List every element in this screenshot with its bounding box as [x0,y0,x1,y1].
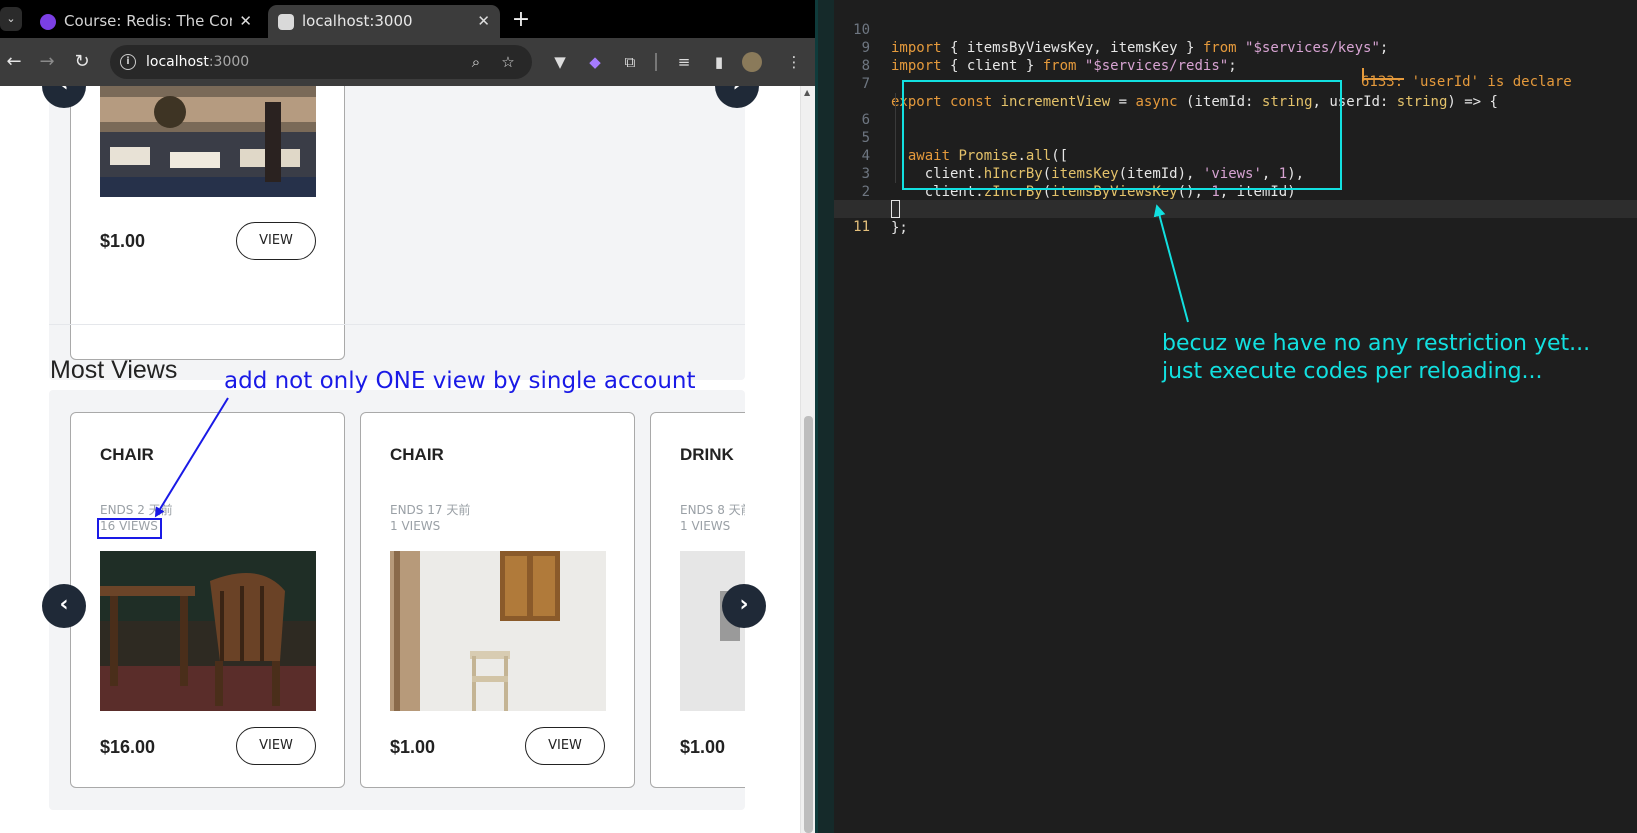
extension-purple-icon[interactable]: ◆ [583,50,607,74]
drink-photo [680,551,745,711]
view-button[interactable]: VIEW [236,727,316,765]
item-card[interactable]: $1.00 VIEW [70,86,345,360]
scroll-thumb[interactable] [804,416,813,833]
section-divider [49,324,745,325]
extensions-puzzle-icon[interactable]: ⧉ [618,50,642,74]
white-room-chair-photo [390,551,606,711]
views-highlight-box [97,518,162,539]
browser-window: ⌄ Course: Redis: The Comp ✕ localhost:30… [0,0,815,833]
page-scrollbar[interactable]: ▲ [800,86,815,833]
item-image [390,551,606,711]
item-card[interactable]: CHAIR ENDS 2 天前 16 VIEWS $16.00 VIEW [70,412,345,788]
diagnostic-message: 6133: 'userId' is declare [1361,74,1572,90]
wooden-chair-photo [100,551,316,711]
item-price: $1.00 [390,737,436,757]
code-text: }; [891,220,908,236]
item-ends: ENDS 2 天前 [100,503,173,517]
section-title: Most Views [50,356,178,384]
side-panel-icon[interactable]: ▮ [707,50,731,74]
item-price: $1.00 [680,737,726,757]
item-card[interactable]: CHAIR ENDS 17 天前 1 VIEWS $1.00 VIEW [360,412,635,788]
top-section-carousel: $1.00 VIEW [49,86,745,380]
most-views-carousel: CHAIR ENDS 2 天前 16 VIEWS $16.00 VIEW CHA… [49,390,745,810]
close-tab-icon[interactable]: ✕ [239,5,252,38]
tab-localhost[interactable]: localhost:3000 ✕ [268,5,500,38]
reload-icon[interactable]: ↻ [70,50,94,74]
screen: ⌄ Course: Redis: The Comp ✕ localhost:30… [0,0,1637,833]
code-highlight-box [902,80,1342,190]
line-number: 7 [861,76,870,92]
cafe-photo [100,86,316,197]
carousel-prev-chevron-icon[interactable]: ‹ [42,584,86,628]
tab-search-chevron-icon[interactable]: ⌄ [0,7,22,31]
line-number: 11 [853,219,870,235]
item-views: 1 VIEWS [390,519,441,533]
close-tab-icon[interactable]: ✕ [477,5,490,38]
profile-avatar[interactable] [742,52,762,72]
scroll-up-arrow-icon[interactable]: ▲ [804,88,810,97]
site-info-icon[interactable]: i [120,54,136,70]
item-title: DRINK [680,445,734,464]
zoom-icon[interactable]: ⌕ [465,51,487,73]
bookmark-star-icon[interactable]: ☆ [497,51,519,73]
udemy-favicon-icon [40,14,56,30]
annotation-cyan: becuz we have no any restriction yet... … [1162,330,1590,386]
new-tab-plus-icon[interactable]: + [510,5,532,35]
item-image [100,551,316,711]
browser-toolbar: ← → ↻ i localhost:3000 ⌕ ☆ ▼ ◆ ⧉ ≡ ▮ ⋮ [0,38,815,86]
url-text: localhost:3000 [146,54,250,70]
forward-arrow-icon[interactable]: → [35,50,59,74]
item-ends: ENDS 8 天前 [680,503,745,517]
block-cursor [891,200,900,218]
item-views: 1 VIEWS [680,519,731,533]
code-line: 8 [834,39,1637,74]
carousel-next-chevron-icon[interactable]: › [722,584,766,628]
toolbar-divider [655,53,657,71]
annotation-cyan-line: just execute codes per reloading... [1162,359,1543,384]
item-image [100,86,316,197]
code-line: 9 import { client } from "$services/redi… [834,21,1637,74]
reading-list-icon[interactable]: ≡ [672,50,696,74]
code-line: 10 import { itemsByViewsKey, itemsKey } … [834,3,1637,56]
annotation-cyan-line: becuz we have no any restriction yet... [1162,331,1591,356]
view-button[interactable]: VIEW [236,222,316,260]
tab-redis-course[interactable]: Course: Redis: The Comp ✕ [30,5,262,38]
indent-guide [895,93,896,183]
item-title: CHAIR [390,445,444,464]
page-viewport: $1.00 VIEW ‹ › Most Views CHAIR ENDS 2 天… [0,86,800,833]
item-price: $1.00 [100,231,146,251]
tab-title: localhost:3000 [302,12,413,30]
vue-devtools-icon[interactable]: ▼ [548,50,572,74]
item-title: CHAIR [100,445,154,464]
annotation-blue: add not only ONE view by single account [224,368,696,394]
editor-sign-column [818,0,834,833]
tab-title: Course: Redis: The Comp [64,12,232,30]
site-favicon-icon [278,14,294,30]
code-line: 7 export const incrementView = async (it… [834,57,1637,110]
back-arrow-icon[interactable]: ← [2,50,26,74]
view-button[interactable]: VIEW [525,727,605,765]
address-bar[interactable]: i localhost:3000 ⌕ ☆ [110,45,532,79]
item-ends: ENDS 17 天前 [390,503,471,517]
item-price: $16.00 [100,737,156,757]
current-code-line: 11 [834,200,1637,235]
item-image [680,551,745,711]
kebab-menu-icon[interactable]: ⋮ [782,50,806,74]
tab-strip: ⌄ Course: Redis: The Comp ✕ localhost:30… [0,0,815,38]
